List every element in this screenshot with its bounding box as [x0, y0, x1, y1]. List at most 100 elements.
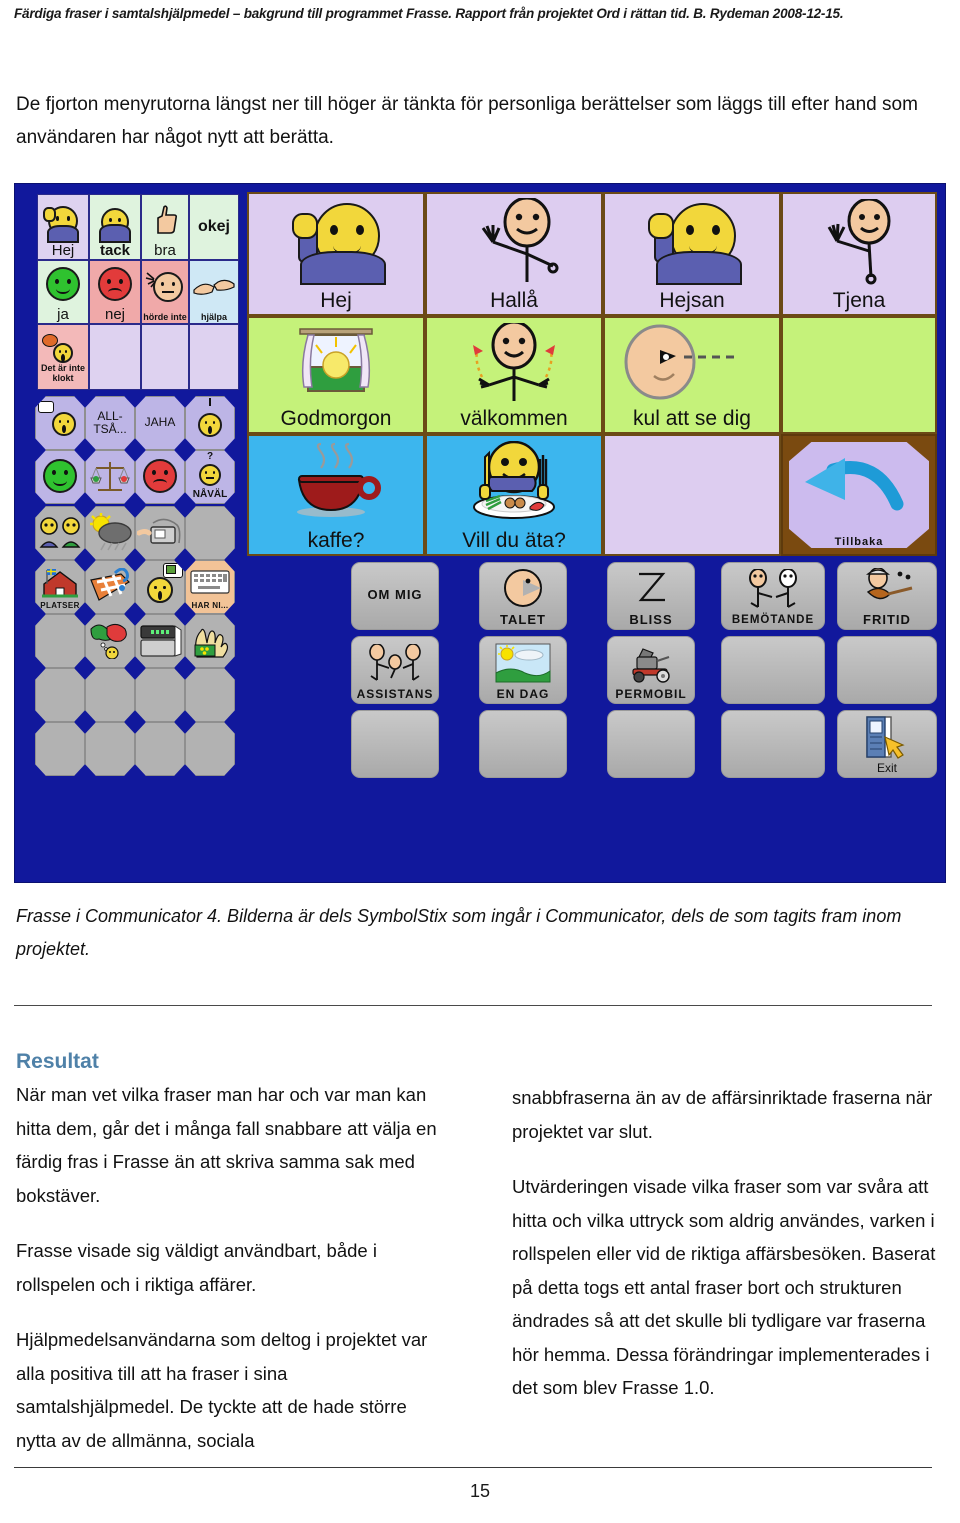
quick-cell-empty-2[interactable] [141, 324, 189, 390]
board-cell-har-ni[interactable]: HAR NI... [185, 560, 235, 614]
cannot-hear-icon [142, 261, 188, 312]
board-cell-questioning-person[interactable] [185, 396, 235, 450]
board-cell-exit[interactable]: Exit [837, 710, 937, 778]
story-cell-14[interactable] [185, 722, 235, 776]
quick-cell-det-ar-inte-klokt[interactable]: Det är inte klokt [37, 324, 89, 390]
welcoming-figure-icon [427, 318, 601, 408]
page-heading-resultat: Resultat [16, 1050, 99, 1073]
quick-cell-label: okej [197, 217, 230, 235]
board-cell-platser[interactable]: PLATSER [35, 560, 85, 614]
keyboard-icon [186, 561, 234, 602]
board-cell-label: Hallå [490, 289, 538, 312]
board-cell-label: Godmorgon [280, 407, 392, 430]
result-paragraph: Frasse visade sig väldigt användbart, bå… [16, 1240, 377, 1295]
board-cell-green-smiley[interactable] [35, 450, 85, 504]
quick-cell-label: Hej [51, 242, 75, 259]
board-cell-en-dag[interactable]: EN DAG [479, 636, 567, 704]
story-cell-8[interactable] [85, 668, 135, 722]
board-cell-label [186, 446, 234, 449]
board-cell-telephone[interactable] [135, 506, 185, 560]
board-cell-permobil[interactable]: PERMOBIL [607, 636, 695, 704]
board-cell-empty-gray-b[interactable] [35, 614, 85, 668]
story-cell-7[interactable] [35, 668, 85, 722]
board-cell-kul-att-se-dig[interactable]: kul att se dig [603, 316, 781, 434]
story-cell-5[interactable] [607, 710, 695, 778]
board-cell-empty-purple[interactable] [603, 434, 781, 556]
board-cell-valkommen[interactable]: välkommen [425, 316, 603, 434]
board-cell-weather[interactable] [85, 506, 135, 560]
board-cell-tillbaka[interactable]: Tillbaka [781, 434, 937, 556]
board-cell-godmorgon[interactable]: Godmorgon [247, 316, 425, 434]
board-cell-om-mig[interactable]: OM MIG [351, 562, 439, 630]
board-cell-jaha[interactable]: JAHA [135, 396, 185, 450]
questioning-person-icon [186, 397, 234, 446]
board-cell-label [36, 500, 84, 503]
board-cell-label [136, 610, 184, 613]
result-left-column: Resultat När man vet vilka fraser man ha… [16, 1048, 446, 1457]
board-cell-empty-green[interactable] [781, 316, 937, 434]
board-cell-vill-du-ata[interactable]: Vill du äta? [425, 434, 603, 556]
quick-cell-hej[interactable]: Hej [37, 194, 89, 260]
guitar-player-icon [838, 563, 936, 613]
story-cell-2[interactable] [837, 636, 937, 704]
board-cell-red-frowny[interactable] [135, 450, 185, 504]
board-cell-map[interactable] [85, 560, 135, 614]
board-cell-bliss[interactable]: BLISS [607, 562, 695, 630]
footer-divider [14, 1467, 932, 1468]
story-cell-12[interactable] [85, 722, 135, 776]
quick-cell-empty-1[interactable] [89, 324, 141, 390]
bliss-symbol-icon [608, 563, 694, 613]
board-cell-hejsan[interactable]: Hejsan [603, 192, 781, 316]
board-cell-hej[interactable]: Hej [247, 192, 425, 316]
empty-cell-icon [783, 318, 935, 429]
quick-cell-hjalpa[interactable]: hjälpa [189, 260, 239, 324]
map-question-icon [86, 561, 134, 610]
frasse-board-screenshot: Hej tack bra okej ja nej hörde inte hjäl… [14, 183, 946, 883]
board-cell-talet[interactable]: TALET [479, 562, 567, 630]
board-cell-fritid[interactable]: FRITID [837, 562, 937, 630]
quick-cell-tack[interactable]: tack [89, 194, 141, 260]
figure-caption: Frasse i Communicator 4. Bilderna är del… [16, 906, 902, 959]
quick-cell-ja[interactable]: ja [37, 260, 89, 324]
quick-cell-empty-3[interactable] [189, 324, 239, 390]
story-cell-6[interactable] [721, 710, 825, 778]
board-cell-label [783, 429, 935, 432]
board-cell-label: BLISS [629, 612, 673, 627]
board-cell-bemotande[interactable]: BEMÖTANDE [721, 562, 825, 630]
board-cell-two-people-talking[interactable] [35, 506, 85, 560]
quick-cell-label: tack [99, 242, 131, 259]
board-cell-naval[interactable]: ? NÅVÄL [185, 450, 235, 504]
board-cell-label: NÅVÄL [192, 489, 228, 500]
quick-cell-okej[interactable]: okej [189, 194, 239, 260]
board-cell-empty-gray-a[interactable] [185, 506, 235, 560]
story-cell-9[interactable] [135, 668, 185, 722]
board-cell-food-thought[interactable] [85, 614, 135, 668]
device-icon [136, 615, 184, 667]
board-cell-assistans[interactable]: ASSISTANS [351, 636, 439, 704]
story-cell-10[interactable] [185, 668, 235, 722]
story-cell-13[interactable] [135, 722, 185, 776]
telephone-icon [136, 507, 184, 556]
board-cell-scales[interactable] [85, 450, 135, 504]
story-cell-11[interactable] [35, 722, 85, 776]
board-cell-halla[interactable]: Hallå [425, 192, 603, 316]
board-cell-device[interactable] [135, 614, 185, 668]
quick-cell-horde-inte[interactable]: hörde inte [141, 260, 189, 324]
board-cell-talking-person[interactable] [35, 396, 85, 450]
board-cell-kaffe[interactable]: kaffe? [247, 434, 425, 556]
board-cell-person-package[interactable] [135, 560, 185, 614]
board-cell-label: Tjena [832, 289, 886, 312]
wheelchair-icon [608, 637, 694, 688]
board-cell-label: TALET [500, 612, 546, 627]
story-cell-1[interactable] [721, 636, 825, 704]
quick-cell-nej[interactable]: nej [89, 260, 141, 324]
board-cell-alltsa[interactable]: ALL-TSÅ... [85, 396, 135, 450]
story-cell-3[interactable] [351, 710, 439, 778]
board-cell-label [605, 551, 779, 554]
board-cell-money-hand[interactable] [185, 614, 235, 668]
weather-sun-cloud-icon [86, 507, 134, 556]
story-cell-4[interactable] [479, 710, 567, 778]
board-cell-tjena[interactable]: Tjena [781, 192, 937, 316]
two-people-talking-icon [36, 507, 84, 556]
quick-cell-bra[interactable]: bra [141, 194, 189, 260]
